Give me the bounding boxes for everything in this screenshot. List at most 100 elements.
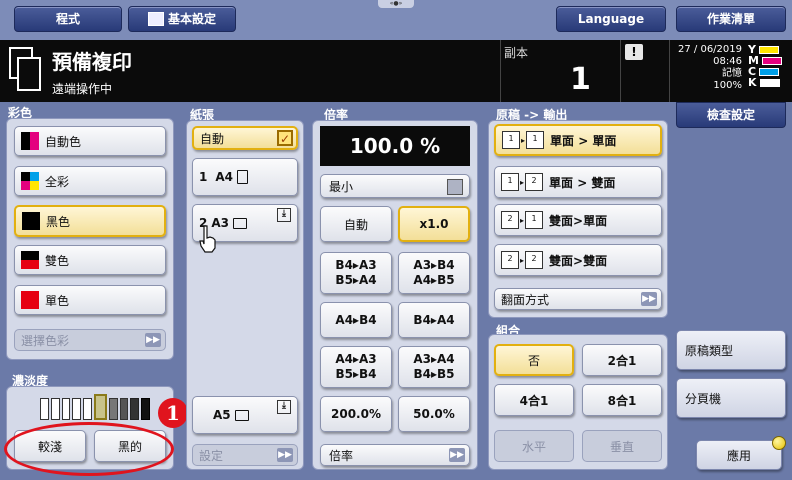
zoom-b4-a4-label: B4▸A4	[413, 312, 455, 327]
zoom-b4-b5-label: B4▸B5	[413, 367, 455, 381]
annotation-ellipse	[4, 422, 174, 476]
toner-k: K	[748, 77, 788, 88]
zoom-b4-a4-button[interactable]: B4▸A4	[398, 302, 470, 338]
date: 27 / 06/2019	[678, 44, 742, 55]
simplex-to-duplex-label: 單面 > 雙面	[549, 175, 616, 190]
combine-4in1-button[interactable]: 4合1	[494, 384, 574, 416]
color-full-button[interactable]: 全彩	[14, 166, 166, 196]
check-settings-button[interactable]: 檢查設定	[676, 102, 786, 128]
duplex-page-icon: 2	[525, 173, 544, 191]
combine-vertical-button[interactable]: 垂直	[582, 430, 662, 462]
density-scale[interactable]	[40, 394, 150, 420]
duplex-to-simplex-button[interactable]: 2 ▸ 1 雙面>單面	[494, 204, 662, 236]
landscape-paper-icon	[234, 409, 249, 421]
zoom-x1-button[interactable]: x1.0	[398, 206, 470, 242]
double-arrow-icon: ▶▶	[449, 448, 465, 462]
tray-1-number: 1	[199, 170, 208, 184]
zoom-a3-a4-button[interactable]: A3▸A4 B4▸B5	[398, 346, 470, 388]
tray-5-size: A5	[213, 408, 231, 422]
zoom-200-button[interactable]: 200.0%	[320, 396, 392, 432]
zoom-a4-b4-label: A4▸B4	[335, 312, 377, 327]
apply-button[interactable]: 應用	[696, 440, 782, 470]
paper-settings-label: 設定	[199, 448, 224, 463]
combine-2in1-button[interactable]: 2合1	[582, 344, 662, 376]
zoom-minimal-label: 最小	[329, 179, 354, 194]
simplex-to-simplex-button[interactable]: 1 ▸ 1 單面 > 單面	[494, 124, 662, 156]
color-single-button[interactable]: 單色	[14, 285, 166, 315]
time: 08:46	[713, 56, 742, 67]
zoom-50-button[interactable]: 50.0%	[398, 396, 470, 432]
tray-download-icon: ⤓	[277, 400, 291, 414]
zoom-more-button[interactable]: 倍率 ▶▶	[320, 444, 470, 466]
basic-settings-icon	[147, 12, 164, 26]
single-color-icon	[21, 291, 39, 309]
auto-color-icon	[21, 132, 39, 150]
landscape-paper-icon	[233, 217, 247, 229]
date-time: 27 / 06/2019 08:46 記憶 100%	[676, 44, 742, 92]
color-two-button[interactable]: 雙色	[14, 245, 166, 275]
toner-k-bar	[759, 78, 780, 87]
tab-program[interactable]: 程式	[14, 6, 122, 32]
status-header: 預備複印 遠端操作中 副本 1 ! 27 / 06/2019 08:46 記憶 …	[0, 40, 792, 102]
density-step	[108, 398, 118, 420]
paper-tray-1-button[interactable]: 1 A4	[192, 158, 298, 196]
zoom-a3-b4-button[interactable]: A3▸B4 A4▸B5	[398, 252, 470, 294]
duplex-page-icon: 2	[501, 251, 519, 269]
density-step	[61, 398, 71, 420]
duplex-to-duplex-button[interactable]: 2 ▸ 2 雙面>雙面	[494, 244, 662, 276]
arrow-right-icon: ▸	[520, 177, 525, 187]
density-step	[83, 398, 93, 420]
arrow-right-icon: ▸	[520, 215, 525, 225]
job-list-button[interactable]: 作業清單	[676, 6, 786, 32]
combine-8in1-button[interactable]: 8合1	[582, 384, 662, 416]
zoom-a4-a3-button[interactable]: A4▸A3 B5▸B4	[320, 346, 392, 388]
full-color-icon	[21, 172, 39, 190]
binding-position-button[interactable]: 翻面方式 ▶▶	[494, 288, 662, 310]
color-black-button[interactable]: 黑色	[14, 205, 166, 237]
zoom-minimal-button[interactable]: 最小	[320, 174, 470, 198]
density-step	[130, 398, 140, 420]
color-single-label: 單色	[45, 293, 70, 308]
tray-1-size: A4	[215, 170, 233, 184]
combine-horizontal-button[interactable]: 水平	[494, 430, 574, 462]
zoom-b4-a3-button[interactable]: B4▸A3 B5▸A4	[320, 252, 392, 294]
annotation-number-badge: 1	[158, 398, 188, 428]
zoom-b5-a4-label: B5▸A4	[335, 273, 377, 287]
zoom-auto-button[interactable]: 自動	[320, 206, 392, 242]
toner-m-bar	[761, 56, 782, 65]
combine-no-button[interactable]: 否	[494, 344, 574, 376]
original-type-button[interactable]: 原稿類型	[676, 330, 786, 370]
simplex-page-icon: 1	[525, 211, 544, 229]
language-button[interactable]: Language	[556, 6, 666, 32]
zoom-a4-b4-button[interactable]: A4▸B4	[320, 302, 392, 338]
memory-value: 100%	[713, 80, 742, 91]
finishing-button[interactable]: 分頁機	[676, 378, 786, 418]
black-color-icon	[22, 212, 40, 230]
paper-tray-5-button[interactable]: A5 ⤓	[192, 396, 298, 434]
paper-auto-button[interactable]: 自動 ✓	[192, 126, 298, 150]
simplex-to-duplex-button[interactable]: 1 ▸ 2 單面 > 雙面	[494, 166, 662, 198]
copy-document-icon	[9, 47, 41, 91]
zoom-more-label: 倍率	[329, 448, 354, 463]
memory-label: 記憶	[722, 68, 742, 79]
copies-label: 副本	[504, 46, 529, 60]
checkmark-icon: ✓	[277, 130, 293, 146]
drag-handle[interactable]: «●»	[378, 0, 414, 8]
select-color-button[interactable]: 選擇色彩 ▶▶	[14, 329, 166, 351]
toner-c-bar	[759, 67, 780, 76]
select-color-label: 選擇色彩	[21, 333, 70, 348]
double-arrow-icon: ▶▶	[145, 333, 161, 347]
color-black-label: 黑色	[46, 214, 71, 229]
portrait-paper-icon	[237, 170, 248, 184]
copies-count[interactable]: 1	[570, 62, 591, 97]
simplex-page-icon: 1	[502, 131, 520, 149]
paper-settings-button[interactable]: 設定 ▶▶	[192, 444, 298, 466]
tab-basic-settings[interactable]: 基本設定	[128, 6, 236, 32]
arrow-right-icon: ▸	[521, 135, 526, 145]
remote-operation-status: 遠端操作中	[52, 82, 113, 96]
indicator-lamp-icon	[772, 436, 786, 450]
color-auto-button[interactable]: 自動色	[14, 126, 166, 156]
density-step	[119, 398, 129, 420]
warning-icon[interactable]: !	[625, 44, 643, 60]
paper-auto-label: 自動	[200, 131, 225, 146]
